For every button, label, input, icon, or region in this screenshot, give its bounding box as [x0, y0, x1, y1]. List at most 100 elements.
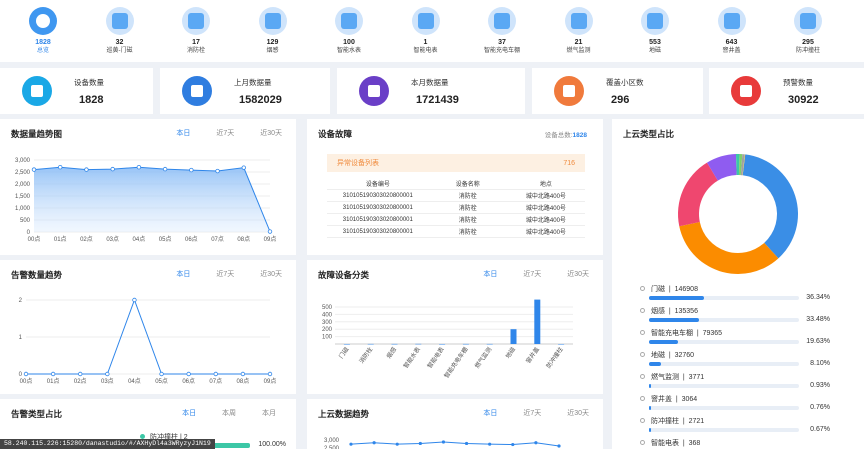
y-tick-label: 1,500 — [15, 194, 31, 200]
cell-location: 城中北路400号 — [525, 218, 566, 224]
data-point[interactable] — [189, 167, 194, 173]
bar[interactable] — [462, 343, 469, 345]
table-row[interactable]: 310105190303020800001 消防栓 城中北路400号 — [327, 226, 585, 238]
tab-30days[interactable]: 近30天 — [567, 410, 589, 417]
share-panel: 上云类型占比 门磁 | 146908 36.34% 烟感 | 135356 33.48… — [612, 119, 864, 449]
share-donut-chart — [678, 154, 798, 274]
tab-7days[interactable]: 近7天 — [523, 410, 541, 417]
category-count: 32 — [115, 39, 124, 46]
table-row[interactable]: 310105190303020800001 消防栓 城中北路400号 — [327, 202, 585, 214]
data-point[interactable] — [349, 442, 353, 446]
series-line — [350, 441, 560, 447]
category-3[interactable]: 129 烟感 — [238, 7, 308, 55]
data-point[interactable] — [58, 165, 63, 170]
table-row[interactable]: 310105190303020800001 消防栓 城中北路400号 — [327, 214, 585, 226]
tab-today[interactable]: 本日 — [483, 271, 497, 278]
fault-table: 设备编号 设备名称 地点 310105190303020800001 消防栓 城中北… — [327, 178, 585, 238]
category-8[interactable]: 553 地磁 — [620, 7, 690, 55]
stat-card: 上月数据量 1582029 — [160, 68, 330, 114]
category-count: 295 — [802, 39, 814, 46]
y-tick-label: 100 — [322, 335, 333, 341]
table-header: 设备编号 设备名称 地点 — [327, 178, 585, 190]
data-point[interactable] — [240, 371, 246, 377]
category-7[interactable]: 21 燃气监测 — [544, 7, 614, 55]
data-point[interactable] — [534, 441, 538, 445]
data-point[interactable] — [136, 165, 142, 170]
data-point[interactable] — [511, 442, 515, 447]
data-point[interactable] — [418, 441, 422, 446]
category-icon — [488, 7, 516, 35]
data-point[interactable] — [464, 441, 469, 446]
share-legend-item: 门磁 | 146908 36.34% — [640, 284, 830, 301]
y-tick-label: 3,000 — [15, 158, 31, 164]
tab-30days[interactable]: 近30天 — [567, 271, 589, 278]
tab-today[interactable]: 本日 — [176, 271, 190, 278]
x-tick-label: 门磁 — [337, 346, 350, 360]
data-point[interactable] — [213, 371, 218, 377]
data-point[interactable] — [488, 442, 492, 446]
data-point[interactable] — [23, 371, 29, 377]
category-0[interactable]: 1828 总览 — [8, 7, 78, 55]
bar[interactable] — [510, 329, 517, 344]
data-point[interactable] — [105, 371, 110, 377]
data-point[interactable] — [132, 297, 137, 303]
legend-pct: 0.93% — [810, 382, 830, 389]
data-point[interactable] — [241, 165, 246, 170]
legend-pct: 8.10% — [810, 360, 830, 367]
data-point[interactable] — [110, 166, 115, 172]
category-4[interactable]: 100 智能水表 — [314, 7, 384, 55]
stat-title: 预警数量 — [783, 77, 813, 87]
tab-today[interactable]: 本日 — [483, 410, 497, 417]
category-6[interactable]: 37 智能充电车棚 — [467, 7, 537, 55]
category-9[interactable]: 643 窨井盖 — [697, 7, 767, 55]
tab-30days[interactable]: 近30天 — [260, 130, 282, 137]
tab-month[interactable]: 本月 — [262, 410, 276, 417]
x-tick-label: 08点 — [237, 377, 250, 385]
cell-name: 消防栓 — [458, 206, 477, 212]
tab-week[interactable]: 本周 — [222, 410, 236, 417]
tab-today[interactable]: 本日 — [176, 130, 190, 137]
tab-today[interactable]: 本日 — [182, 410, 196, 417]
data-point[interactable] — [31, 167, 37, 172]
tab-7days[interactable]: 近7天 — [216, 271, 234, 278]
data-point[interactable] — [50, 371, 56, 377]
donut-slice[interactable] — [678, 162, 718, 227]
data-point[interactable] — [267, 229, 273, 234]
data-point[interactable] — [372, 441, 376, 445]
data-point[interactable] — [159, 371, 164, 377]
bar[interactable] — [415, 343, 422, 345]
data-point[interactable] — [441, 440, 446, 444]
bar[interactable] — [391, 343, 398, 345]
bar[interactable] — [558, 344, 565, 345]
table-row[interactable]: 310105190303020800001 消防栓 城中北路400号 — [327, 190, 585, 202]
data-point[interactable] — [557, 444, 561, 448]
bar[interactable] — [367, 343, 374, 345]
bar[interactable] — [439, 344, 446, 345]
tab-7days[interactable]: 近7天 — [523, 271, 541, 278]
data-point[interactable] — [395, 442, 399, 446]
data-point[interactable] — [215, 168, 220, 174]
bar[interactable] — [343, 344, 350, 345]
legend-dot-icon — [640, 352, 645, 357]
data-point[interactable] — [267, 371, 273, 377]
category-label: 消防栓 — [186, 48, 205, 54]
bar[interactable] — [486, 343, 493, 345]
data-point[interactable] — [84, 167, 89, 172]
tab-30days[interactable]: 近30天 — [260, 271, 282, 278]
cell-name: 消防栓 — [458, 230, 477, 236]
donut-slice[interactable] — [679, 221, 779, 274]
tab-7days[interactable]: 近7天 — [216, 130, 234, 137]
donut-slice[interactable] — [742, 154, 798, 259]
category-1[interactable]: 32 巡黄-门磁 — [85, 7, 155, 55]
x-tick-label: 07点 — [209, 377, 222, 385]
category-10[interactable]: 295 防冲撞柱 — [773, 7, 843, 55]
data-point[interactable] — [186, 371, 191, 377]
category-2[interactable]: 17 消防栓 — [161, 7, 231, 55]
data-point[interactable] — [162, 166, 168, 172]
category-count: 21 — [574, 39, 583, 46]
data-point[interactable] — [78, 371, 83, 377]
category-5[interactable]: 1 智能电表 — [391, 7, 461, 55]
stat-icon — [182, 76, 212, 106]
alarm-panel: 告警数量趋势 本日 近7天 近30天 0 1 2 00点 01点 02点 03点 04点 05点… — [0, 260, 296, 394]
bar[interactable] — [534, 299, 541, 344]
